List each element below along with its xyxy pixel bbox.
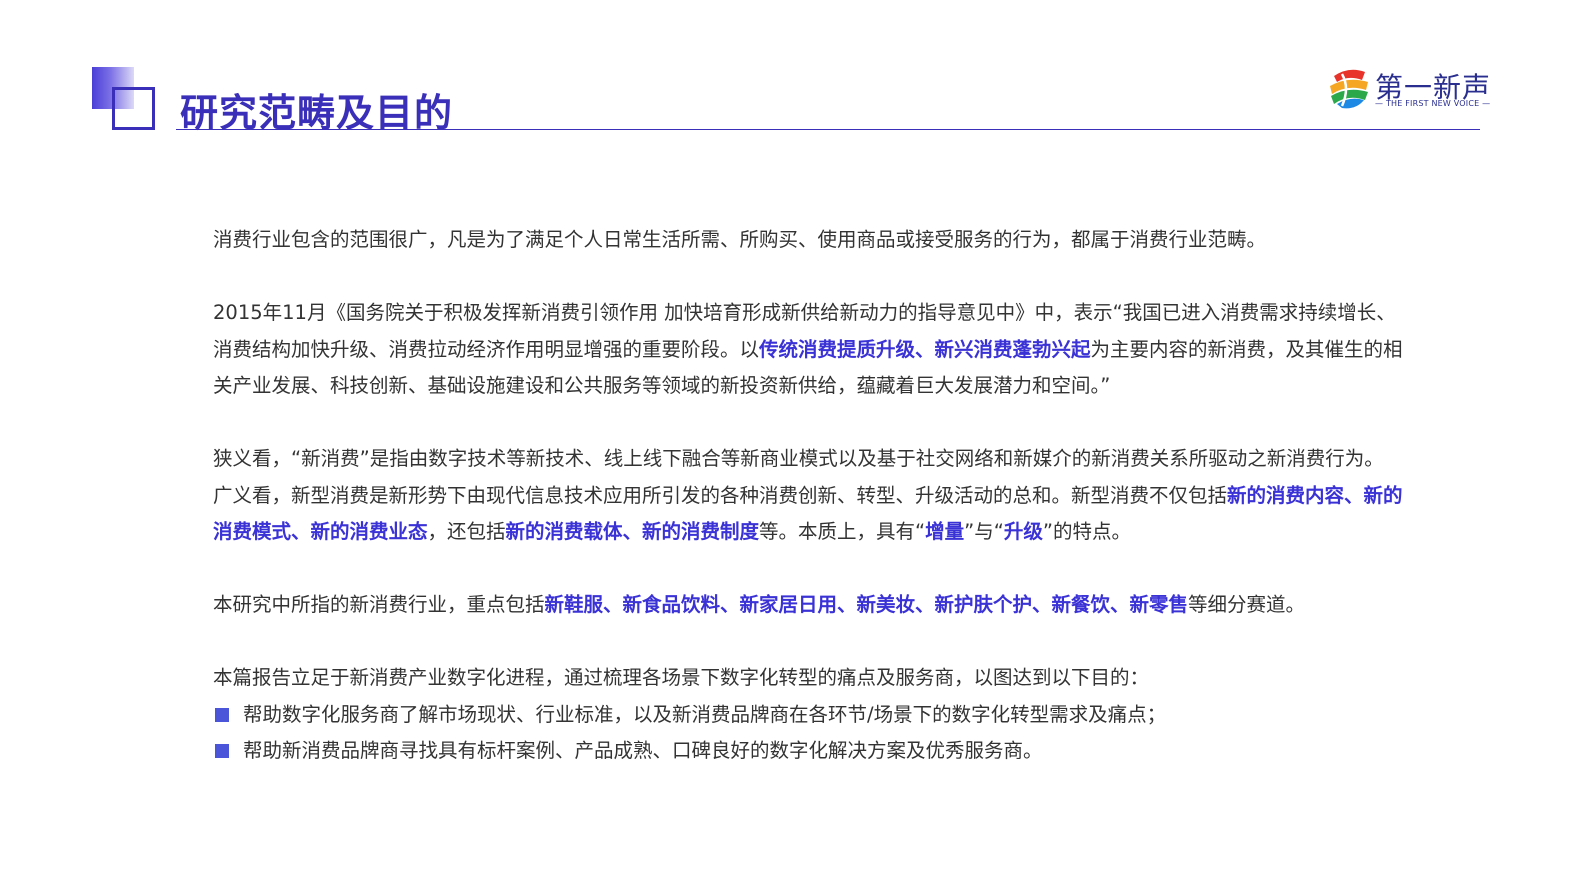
paragraph-policy-quote: 2015年11月《国务院关于积极发挥新消费引领作用 加快培育形成新供给新动力的指… <box>213 295 1403 405</box>
bullet-text: 帮助新消费品牌商寻找具有标杆案例、产品成熟、口碑良好的数字化解决方案及优秀服务商… <box>243 739 1043 762</box>
brand-logo-tagline: — THE FIRST NEW VOICE — <box>1375 99 1491 108</box>
highlight-text: 新的消费载体、新的消费制度 <box>505 520 760 543</box>
title-underline <box>176 129 1480 130</box>
text-segment: 等。本质上，具有“ <box>759 520 926 543</box>
brand-logo: 第一新声 — THE FIRST NEW VOICE — <box>1328 66 1493 112</box>
text-segment: 本研究中所指的新消费行业，重点包括 <box>213 593 545 616</box>
text-segment: ”与“ <box>964 520 1004 543</box>
highlight-text: 增量 <box>925 520 965 543</box>
highlight-text: 升级 <box>1003 520 1043 543</box>
paragraph-segments: 本研究中所指的新消费行业，重点包括新鞋服、新食品饮料、新家居日用、新美妆、新护肤… <box>213 587 1403 624</box>
bullet-square-icon <box>215 744 229 758</box>
paragraph-definition: 狭义看，“新消费”是指由数字技术等新技术、线上线下融合等新商业模式以及基于社交网… <box>213 441 1403 551</box>
text-segment: ”的特点。 <box>1042 520 1132 543</box>
body-content: 消费行业包含的范围很广，凡是为了满足个人日常生活所需、所购买、使用商品或接受服务… <box>213 222 1403 770</box>
brand-logo-mark-icon <box>1330 69 1368 109</box>
list-item: 帮助新消费品牌商寻找具有标杆案例、产品成熟、口碑良好的数字化解决方案及优秀服务商… <box>213 733 1403 770</box>
text-segment: 狭义看，“新消费”是指由数字技术等新技术、线上线下融合等新商业模式以及基于社交网… <box>213 447 1384 507</box>
text-segment: 等细分赛道。 <box>1188 593 1306 616</box>
highlight-text: 传统消费提质升级、新兴消费蓬勃兴起 <box>759 337 1091 361</box>
paragraph-scope: 消费行业包含的范围很广，凡是为了满足个人日常生活所需、所购买、使用商品或接受服务… <box>213 222 1403 259</box>
paragraph-purpose-intro: 本篇报告立足于新消费产业数字化进程，通过梳理各场景下数字化转型的痛点及服务商，以… <box>213 660 1403 697</box>
list-item: 帮助数字化服务商了解市场现状、行业标准，以及新消费品牌商在各环节/场景下的数字化… <box>213 697 1403 734</box>
text-segment: 本篇报告立足于新消费产业数字化进程，通过梳理各场景下数字化转型的痛点及服务商，以… <box>213 666 1150 689</box>
highlight-text: 新鞋服、新食品饮料、新家居日用、新美妆、新护肤个护、新餐饮、新零售 <box>544 593 1189 616</box>
title-decoration-outline-square <box>112 87 155 130</box>
bullet-text: 帮助数字化服务商了解市场现状、行业标准，以及新消费品牌商在各环节/场景下的数字化… <box>243 702 1167 726</box>
bullet-square-icon <box>215 707 229 722</box>
purpose-bullet-list: 帮助数字化服务商了解市场现状、行业标准，以及新消费品牌商在各环节/场景下的数字化… <box>213 697 1403 770</box>
slide-page: 研究范畴及目的 第一新声 — THE FIRST NEW VOICE — 消费行… <box>0 0 1587 892</box>
text-segment: ，还包括 <box>427 520 506 543</box>
text-segment: 消费行业包含的范围很广，凡是为了满足个人日常生活所需、所购买、使用商品或接受服务… <box>213 228 1267 251</box>
